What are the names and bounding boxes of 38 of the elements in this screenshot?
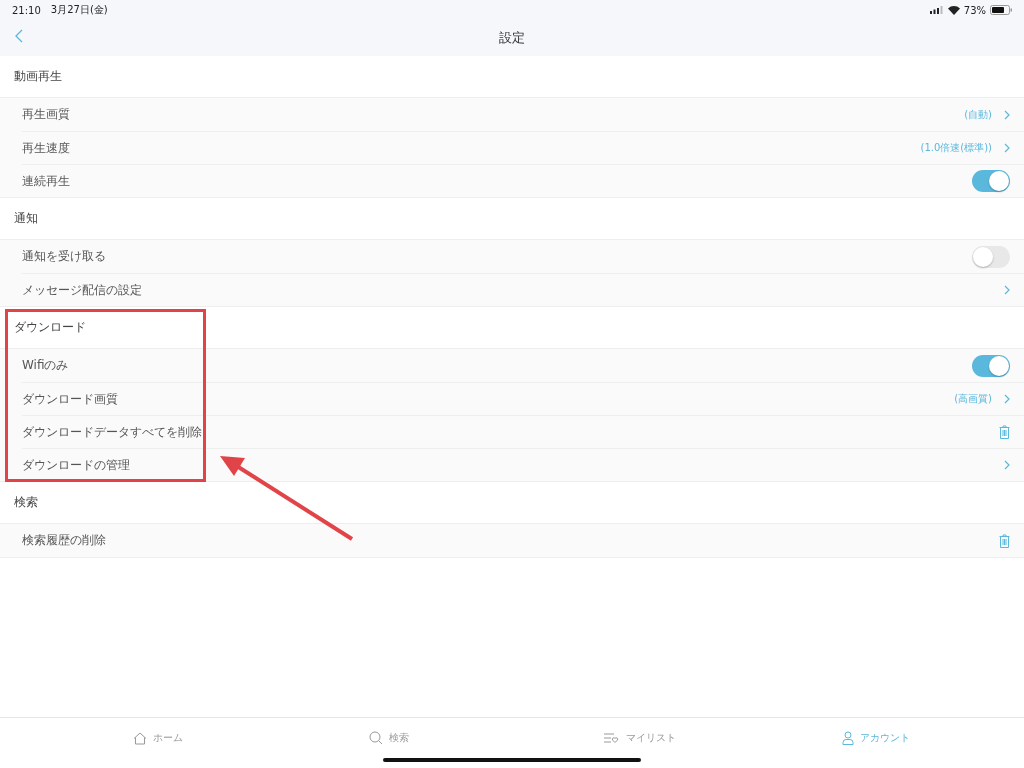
chevron-icon — [1004, 143, 1010, 153]
setting-label[interactable]: Wifiのみ — [22, 357, 69, 374]
wifi-icon — [947, 5, 960, 15]
toggle-switch[interactable] — [972, 354, 1010, 377]
person-icon — [842, 731, 854, 745]
signal-icon — [929, 6, 944, 14]
status-time: 21:10 — [12, 4, 41, 16]
setting-value: (高画質) — [954, 392, 992, 406]
setting-label[interactable]: 再生速度 — [22, 139, 70, 157]
setting-label[interactable]: 再生画質 — [22, 106, 70, 123]
setting-label[interactable]: 検索履歴の削除 — [22, 532, 106, 549]
setting-label[interactable]: ダウンロードデータすべてを削除 — [22, 423, 202, 441]
section-header: 検索 — [14, 495, 38, 509]
status-date: 3月27日(金) — [50, 3, 108, 17]
setting-label[interactable]: メッセージ配信の設定 — [22, 281, 142, 299]
setting-value: (自動) — [964, 107, 992, 122]
section-header: ダウンロード — [14, 320, 86, 334]
setting-value: (1.0倍速(標準)) — [920, 141, 992, 155]
setting-label[interactable]: 通知を受け取る — [22, 248, 106, 265]
trash-icon[interactable] — [999, 425, 1010, 439]
toggle-switch[interactable] — [972, 170, 1010, 192]
setting-label[interactable]: ダウンロード画質 — [22, 390, 118, 408]
search-icon — [369, 731, 383, 745]
battery-icon — [990, 5, 1012, 15]
home-icon — [133, 731, 147, 745]
toggle-switch[interactable] — [972, 245, 1010, 268]
setting-label[interactable]: 連続再生 — [22, 172, 70, 190]
setting-label[interactable]: ダウンロードの管理 — [22, 456, 130, 474]
page-title: 設定 — [499, 29, 525, 47]
trash-icon[interactable] — [999, 533, 1010, 548]
chevron-icon — [1004, 109, 1010, 120]
chevron-icon — [1004, 460, 1010, 470]
chevron-icon — [1004, 394, 1010, 404]
list-heart-icon — [604, 732, 620, 744]
battery-percent: 73% — [963, 4, 986, 16]
section-header: 動画再生 — [14, 69, 62, 83]
section-header: 通知 — [14, 211, 38, 225]
chevron-icon — [1004, 285, 1010, 295]
